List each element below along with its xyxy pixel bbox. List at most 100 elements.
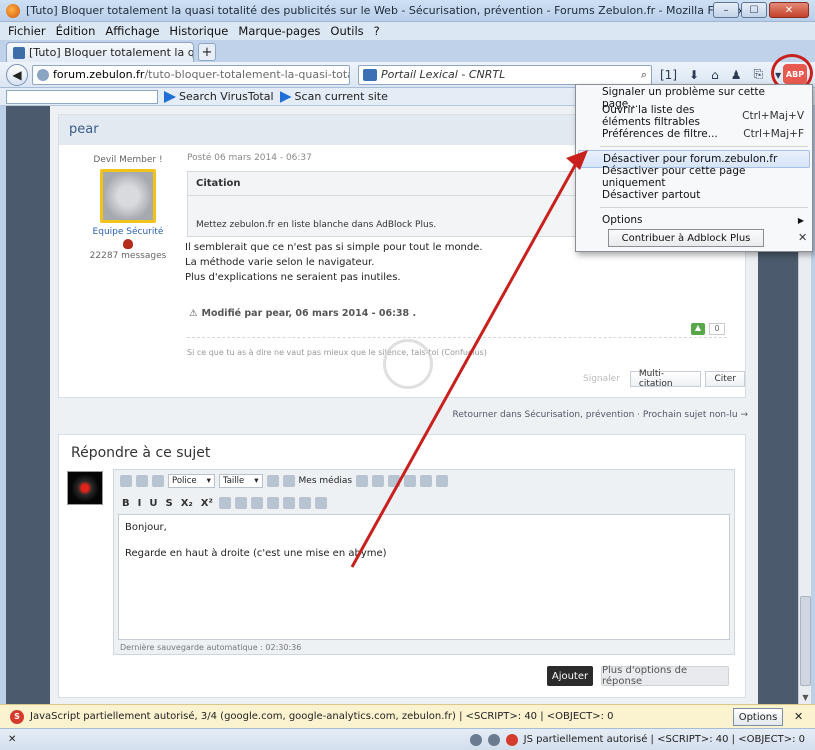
font-select[interactable]: Police ▾	[168, 474, 215, 488]
superscript-button[interactable]: X²	[199, 498, 215, 509]
download-icon[interactable]: ⬇	[685, 68, 703, 82]
reply-text-line: Bonjour,	[125, 522, 167, 533]
undo-icon[interactable]	[388, 475, 401, 487]
copy-icon[interactable]	[420, 475, 433, 487]
noscript-status-icon[interactable]	[505, 733, 518, 746]
home-icon[interactable]: ⌂	[707, 68, 723, 82]
reply-title: Répondre à ce sujet	[71, 445, 211, 461]
modified-note: ⚠ Modifié par pear, 06 mars 2014 - 06:38 …	[189, 308, 416, 319]
align-right-icon[interactable]	[314, 497, 327, 509]
notification-options-button[interactable]: Options	[733, 708, 783, 726]
toolbar-search-input[interactable]	[6, 89, 158, 104]
badge-counter[interactable]: [1]	[656, 68, 681, 82]
menu-marque-pages[interactable]: Marque-pages	[238, 24, 320, 38]
underline-button[interactable]: U	[147, 498, 159, 509]
upvote-button[interactable]: ▲	[691, 323, 705, 335]
subscript-button[interactable]: X₂	[179, 498, 195, 509]
image-icon[interactable]	[356, 475, 369, 487]
back-arrow-icon: ◀	[12, 67, 22, 82]
adblock-menu: Signaler un problème sur cette page... O…	[575, 84, 813, 252]
editor-toolbar-top: Police ▾ Taille ▾ Mes médias	[114, 470, 734, 492]
scan-site-button[interactable]: Scan current site	[279, 90, 388, 103]
addon-status-icon[interactable]	[487, 733, 500, 746]
watermark-logo	[383, 339, 433, 389]
avatar[interactable]	[100, 169, 156, 223]
report-link[interactable]: Signaler	[583, 374, 620, 384]
close-window-button[interactable]: ✕	[769, 2, 809, 18]
statusbar-right: JS partiellement autorisé | <SCRIPT>: 40…	[469, 733, 815, 746]
italic-button[interactable]: I	[136, 498, 144, 509]
menu-item-label: Ouvrir la liste des éléments filtrables	[602, 104, 701, 128]
eraser-icon[interactable]	[136, 475, 148, 487]
align-center-icon[interactable]	[298, 497, 311, 509]
minimize-button[interactable]: –	[713, 2, 739, 18]
quote-button[interactable]: Citer	[705, 371, 745, 387]
menu-historique[interactable]: Historique	[169, 24, 228, 38]
multi-quote-button[interactable]: Multi-citation	[629, 369, 702, 389]
url-host: forum.zebulon.fr	[53, 68, 145, 81]
source-icon[interactable]	[120, 475, 132, 487]
media-button[interactable]: Mes médias	[299, 476, 353, 486]
more-options-button[interactable]: Plus d'options de réponse	[601, 665, 729, 687]
code-icon[interactable]	[266, 497, 279, 509]
menu-bar: Fichier Édition Affichage Historique Mar…	[0, 22, 815, 40]
tab-active[interactable]: [Tuto] Bloquer totalement la quasi total…	[6, 42, 194, 62]
addon-icon[interactable]: ♟	[727, 68, 746, 82]
menu-help[interactable]: ?	[374, 24, 380, 38]
author-rank: Devil Member !	[93, 155, 163, 165]
post-line: Il semblerait que ce n'est pas si simple…	[185, 242, 483, 253]
virustotal-search-button[interactable]: Search VirusTotal	[164, 90, 274, 103]
maximize-button[interactable]: ☐	[741, 2, 767, 18]
menu-divider	[600, 146, 808, 147]
signature: Si ce que tu as à dire ne vaut pas mieux…	[187, 348, 487, 357]
scroll-down-icon[interactable]: ▼	[799, 690, 812, 704]
submenu-arrow-icon: ▶	[797, 215, 804, 225]
notification-close-icon[interactable]: ✕	[794, 710, 803, 723]
search-icon[interactable]: ⌕	[641, 68, 651, 82]
post-actions: Signaler Multi-citation Citer	[583, 369, 745, 389]
close-icon[interactable]: ✕	[798, 231, 807, 244]
reply-textarea[interactable]: Bonjour, Regarde en haut à droite (c'est…	[118, 514, 730, 640]
menu-open-blockable[interactable]: Ouvrir la liste des éléments filtrables C…	[576, 104, 812, 128]
menu-outils[interactable]: Outils	[330, 24, 363, 38]
scrollbar-thumb[interactable]	[800, 596, 811, 686]
menu-edition[interactable]: Édition	[56, 24, 96, 38]
menu-disable-page[interactable]: Désactiver pour cette page uniquement	[576, 165, 812, 189]
gear-icon[interactable]	[469, 733, 482, 746]
menu-item-label: Préférences de filtre...	[602, 128, 718, 140]
smiley-icon[interactable]	[282, 475, 295, 487]
new-tab-button[interactable]: +	[198, 43, 216, 61]
contribute-button[interactable]: Contribuer à Adblock Plus	[608, 229, 764, 247]
favicon-icon	[13, 46, 25, 59]
numbered-list-icon[interactable]	[234, 497, 247, 509]
font-color-icon[interactable]	[266, 475, 279, 487]
menu-options[interactable]: Options ▶	[576, 211, 812, 229]
topic-navigation-links[interactable]: Retourner dans Sécurisation, prévention …	[453, 410, 748, 420]
list-icon[interactable]	[152, 475, 164, 487]
redo-icon[interactable]	[404, 475, 417, 487]
search-bar[interactable]: Portail Lexical - CNRTL ⌕	[358, 64, 652, 85]
strike-button[interactable]: S	[163, 498, 174, 509]
chevron-down-icon: ▾	[254, 476, 259, 486]
menu-affichage[interactable]: Affichage	[105, 24, 159, 38]
submit-reply-button[interactable]: Ajouter	[547, 666, 593, 686]
spellcheck-icon[interactable]	[372, 475, 385, 487]
status-bar: ✕ JS partiellement autorisé | <SCRIPT>: …	[0, 728, 815, 750]
paste-icon[interactable]	[436, 475, 449, 487]
search-engine-icon[interactable]	[363, 68, 377, 81]
back-button[interactable]: ◀	[6, 63, 28, 86]
menu-fichier[interactable]: Fichier	[8, 24, 46, 38]
notification-text: JavaScript partiellement autorisé, 3/4 (…	[30, 711, 614, 722]
chevron-down-icon: ▾	[206, 476, 211, 486]
menu-filter-preferences[interactable]: Préférences de filtre... Ctrl+Maj+F	[576, 125, 812, 143]
size-select[interactable]: Taille ▾	[218, 474, 263, 488]
bold-button[interactable]: B	[120, 498, 132, 509]
url-bar[interactable]: forum.zebulon.fr/tuto-bloquer-totalement…	[32, 64, 350, 85]
site-identity-icon[interactable]	[37, 68, 49, 81]
link-icon[interactable]	[250, 497, 263, 509]
translate-icon[interactable]: ⎘	[749, 67, 767, 82]
align-left-icon[interactable]	[282, 497, 295, 509]
bullet-list-icon[interactable]	[218, 497, 231, 509]
warning-icon: ⚠	[189, 308, 198, 319]
statusbar-close-icon[interactable]: ✕	[8, 734, 16, 745]
